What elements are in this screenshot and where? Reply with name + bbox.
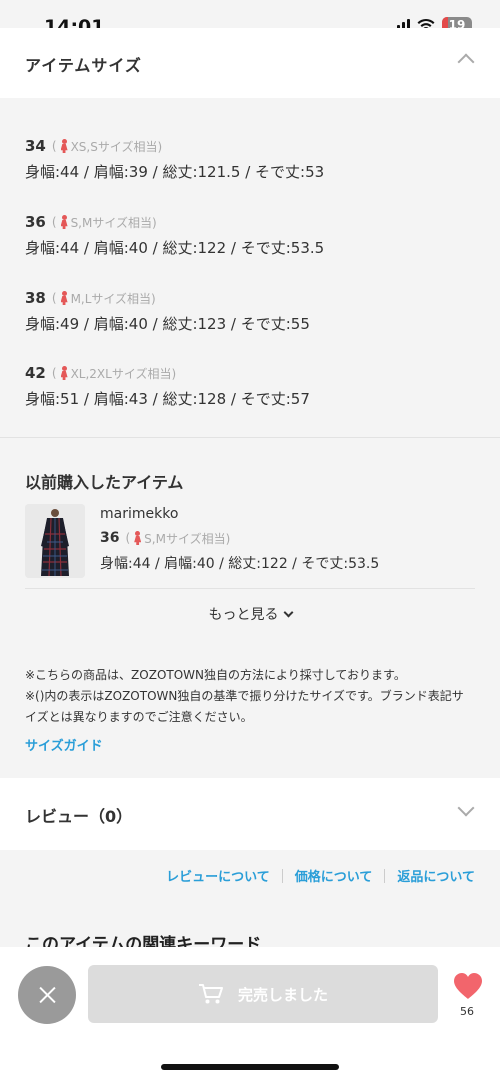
info-links: レビューについて 価格について 返品について bbox=[166, 866, 475, 885]
show-more-button[interactable]: もっと見る bbox=[0, 604, 500, 624]
size-paren: ( bbox=[125, 531, 131, 545]
chevron-down-icon bbox=[283, 607, 293, 618]
size-paren: ( bbox=[51, 366, 57, 380]
person-icon bbox=[60, 215, 68, 229]
chevron-down-icon[interactable] bbox=[457, 799, 475, 817]
size-equivalent: XS,Sサイズ相当) bbox=[70, 139, 163, 154]
size-measurements: 身幅:44 / 肩幅:39 / 総丈:121.5 / そで丈:53 bbox=[25, 163, 325, 181]
size-row: 42 ( XL,2XLサイズ相当) 身幅:51 / 肩幅:43 / 総丈:128… bbox=[25, 363, 310, 409]
sold-out-label: 完売しました bbox=[237, 985, 328, 1004]
size-equivalent: S,Mサイズ相当) bbox=[70, 215, 157, 230]
link-separator bbox=[384, 868, 386, 883]
person-icon bbox=[60, 139, 68, 153]
divider bbox=[25, 588, 475, 589]
person-icon bbox=[134, 531, 142, 545]
previous-item-size: 36 ( S,Mサイズ相当) bbox=[100, 528, 230, 548]
previous-items-title: 以前購入したアイテム bbox=[25, 473, 184, 492]
size-number: 36 bbox=[100, 530, 120, 546]
person-icon bbox=[60, 291, 68, 305]
size-equivalent: S,Mサイズ相当) bbox=[144, 531, 231, 546]
review-section[interactable]: レビュー（0） bbox=[0, 778, 500, 850]
size-note: ※()内の表示はZOZOTOWN独自の基準で振り分けたサイズです。ブランド表記サ… bbox=[25, 689, 464, 724]
heart-icon[interactable] bbox=[452, 971, 484, 1001]
return-info-link[interactable]: 返品について bbox=[397, 866, 475, 885]
bottom-action-bar: 完売しました 56 bbox=[0, 947, 500, 1080]
item-size-title: アイテムサイズ bbox=[25, 56, 142, 75]
size-row: 34 ( XS,Sサイズ相当) 身幅:44 / 肩幅:39 / 総丈:121.5… bbox=[25, 136, 324, 182]
sold-out-button: 完売しました bbox=[88, 965, 438, 1023]
size-guide-link[interactable]: サイズガイド bbox=[25, 735, 103, 754]
divider bbox=[0, 437, 500, 438]
cart-icon bbox=[198, 984, 223, 1004]
previous-item-image[interactable] bbox=[25, 504, 85, 578]
size-equivalent: M,Lサイズ相当) bbox=[70, 291, 156, 306]
size-number: 34 bbox=[25, 137, 46, 155]
measurement-note: ※こちらの商品は、ZOZOTOWN独自の方法により採寸しております。 bbox=[25, 668, 406, 682]
price-info-link[interactable]: 価格について bbox=[295, 866, 373, 885]
size-row: 38 ( M,Lサイズ相当) 身幅:49 / 肩幅:40 / 総丈:123 / … bbox=[25, 288, 310, 334]
person-icon bbox=[60, 366, 68, 380]
item-size-header[interactable]: アイテムサイズ bbox=[0, 28, 500, 98]
close-button[interactable] bbox=[18, 966, 76, 1024]
size-paren: ( bbox=[51, 215, 57, 229]
previous-item-brand[interactable]: marimekko bbox=[100, 506, 178, 522]
link-separator bbox=[281, 868, 283, 883]
size-measurements: 身幅:49 / 肩幅:40 / 総丈:123 / そで丈:55 bbox=[25, 315, 310, 333]
chevron-up-icon[interactable] bbox=[457, 53, 475, 71]
show-more-label: もっと見る bbox=[208, 607, 279, 623]
size-equivalent: XL,2XLサイズ相当) bbox=[70, 366, 177, 381]
size-measurements: 身幅:51 / 肩幅:43 / 総丈:128 / そで丈:57 bbox=[25, 390, 310, 408]
home-indicator bbox=[161, 1064, 339, 1070]
size-number: 42 bbox=[25, 364, 46, 382]
favorite-count: 56 bbox=[460, 1005, 474, 1018]
previous-item-measurements: 身幅:44 / 肩幅:40 / 総丈:122 / そで丈:53.5 bbox=[100, 556, 380, 572]
size-row: 36 ( S,Mサイズ相当) 身幅:44 / 肩幅:40 / 総丈:122 / … bbox=[25, 212, 324, 258]
size-number: 38 bbox=[25, 289, 46, 307]
size-number: 36 bbox=[25, 213, 46, 231]
size-paren: ( bbox=[51, 139, 57, 153]
size-paren: ( bbox=[51, 291, 57, 305]
review-title: レビュー（0） bbox=[25, 807, 133, 826]
review-info-link[interactable]: レビューについて bbox=[166, 866, 270, 885]
size-measurements: 身幅:44 / 肩幅:40 / 総丈:122 / そで丈:53.5 bbox=[25, 239, 325, 257]
